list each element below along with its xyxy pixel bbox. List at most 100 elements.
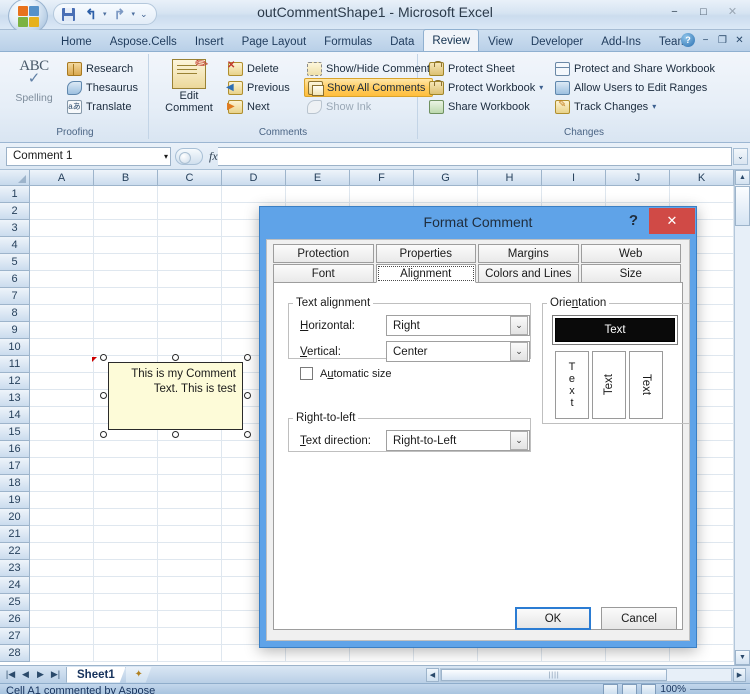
formula-input[interactable]: [217, 146, 732, 166]
cell-B23[interactable]: [94, 560, 158, 577]
cell-A28[interactable]: [30, 645, 94, 662]
automatic-size-checkbox[interactable]: [300, 367, 313, 380]
normal-view-icon[interactable]: [603, 684, 619, 694]
cell-C2[interactable]: [158, 203, 222, 220]
dialog-tab-protection[interactable]: Protection: [273, 244, 374, 263]
tab-data[interactable]: Data: [381, 31, 423, 51]
cell-A2[interactable]: [30, 203, 94, 220]
cell-G1[interactable]: [414, 186, 478, 203]
column-header-a[interactable]: A: [30, 170, 94, 186]
cell-A27[interactable]: [30, 628, 94, 645]
cell-A11[interactable]: [30, 356, 94, 373]
row-header-1[interactable]: 1: [0, 186, 30, 203]
research-button[interactable]: Research: [64, 59, 141, 78]
vertical-chevron-down-icon[interactable]: ⌄: [510, 342, 528, 361]
cell-A22[interactable]: [30, 543, 94, 560]
row-header-17[interactable]: 17: [0, 458, 30, 475]
tab-aspose-cells[interactable]: Aspose.Cells: [101, 31, 186, 51]
dialog-tab-web[interactable]: Web: [580, 244, 681, 263]
help-icon[interactable]: ?: [681, 33, 695, 47]
cell-B1[interactable]: [94, 186, 158, 203]
protect-sheet-button[interactable]: Protect Sheet: [426, 59, 546, 78]
cell-B21[interactable]: [94, 526, 158, 543]
cell-B16[interactable]: [94, 441, 158, 458]
cell-A26[interactable]: [30, 611, 94, 628]
row-header-7[interactable]: 7: [0, 288, 30, 305]
cell-A14[interactable]: [30, 407, 94, 424]
cell-A19[interactable]: [30, 492, 94, 509]
cell-A24[interactable]: [30, 577, 94, 594]
page-layout-view-icon[interactable]: [622, 684, 638, 694]
resize-handle-se[interactable]: [244, 431, 251, 438]
resize-handle-ne[interactable]: [244, 354, 251, 361]
row-header-2[interactable]: 2: [0, 203, 30, 220]
share-workbook-button[interactable]: Share Workbook: [426, 97, 546, 116]
scroll-down-icon[interactable]: ▼: [735, 650, 750, 665]
sheet-nav-first-icon[interactable]: |◀: [4, 669, 17, 680]
cell-E1[interactable]: [286, 186, 350, 203]
cell-C23[interactable]: [158, 560, 222, 577]
cell-C27[interactable]: [158, 628, 222, 645]
dialog-tab-alignment[interactable]: Alignment: [375, 264, 476, 283]
cell-A1[interactable]: [30, 186, 94, 203]
cell-B2[interactable]: [94, 203, 158, 220]
cell-K1[interactable]: [670, 186, 734, 203]
column-header-d[interactable]: D: [222, 170, 286, 186]
page-break-view-icon[interactable]: [641, 684, 657, 694]
resize-handle-sw[interactable]: [100, 431, 107, 438]
zoom-slider[interactable]: [690, 685, 746, 694]
delete-comment-button[interactable]: Delete: [225, 59, 293, 78]
dialog-tab-colors-and-lines[interactable]: Colors and Lines: [478, 264, 579, 283]
next-comment-button[interactable]: Next: [225, 97, 293, 116]
cell-D1[interactable]: [222, 186, 286, 203]
cell-A7[interactable]: [30, 288, 94, 305]
cell-A10[interactable]: [30, 339, 94, 356]
orientation-rotate-down-option[interactable]: Text: [629, 351, 663, 419]
resize-handle-nw[interactable]: [100, 354, 107, 361]
sheet-nav-prev-icon[interactable]: ◀: [19, 669, 32, 680]
insert-worksheet-icon[interactable]: ✦: [126, 667, 152, 683]
text-direction-chevron-down-icon[interactable]: ⌄: [510, 431, 528, 450]
cell-C17[interactable]: [158, 458, 222, 475]
cell-B6[interactable]: [94, 271, 158, 288]
column-header-k[interactable]: K: [670, 170, 734, 186]
expand-formula-bar-icon[interactable]: ⌄: [733, 148, 748, 165]
cell-A18[interactable]: [30, 475, 94, 492]
name-box-caret-icon[interactable]: ▾: [164, 152, 168, 161]
orientation-stacked-option[interactable]: Text: [555, 351, 589, 419]
cell-C6[interactable]: [158, 271, 222, 288]
row-header-10[interactable]: 10: [0, 339, 30, 356]
scroll-up-icon[interactable]: ▲: [735, 170, 750, 185]
cell-C26[interactable]: [158, 611, 222, 628]
formula-cancel-enter-group[interactable]: [175, 147, 203, 165]
restore-window-icon[interactable]: ❐: [716, 35, 729, 46]
cell-F1[interactable]: [350, 186, 414, 203]
cell-A17[interactable]: [30, 458, 94, 475]
cell-C22[interactable]: [158, 543, 222, 560]
cell-B19[interactable]: [94, 492, 158, 509]
cell-A4[interactable]: [30, 237, 94, 254]
column-header-j[interactable]: J: [606, 170, 670, 186]
row-header-8[interactable]: 8: [0, 305, 30, 322]
track-changes-button[interactable]: Track Changes ▾: [552, 97, 718, 116]
cell-A20[interactable]: [30, 509, 94, 526]
dialog-tab-size[interactable]: Size: [580, 264, 681, 283]
cell-B22[interactable]: [94, 543, 158, 560]
cell-A9[interactable]: [30, 322, 94, 339]
resize-handle-n[interactable]: [172, 354, 179, 361]
cell-A25[interactable]: [30, 594, 94, 611]
cell-C1[interactable]: [158, 186, 222, 203]
protect-workbook-caret-icon[interactable]: ▾: [539, 83, 543, 92]
row-header-13[interactable]: 13: [0, 390, 30, 407]
cell-C19[interactable]: [158, 492, 222, 509]
hscroll-thumb[interactable]: ||||: [441, 669, 668, 681]
row-header-12[interactable]: 12: [0, 373, 30, 390]
cell-B4[interactable]: [94, 237, 158, 254]
cell-C4[interactable]: [158, 237, 222, 254]
tab-review[interactable]: Review: [423, 29, 480, 51]
row-header-27[interactable]: 27: [0, 628, 30, 645]
show-hide-comment-button[interactable]: Show/Hide Comment: [304, 59, 433, 78]
row-header-20[interactable]: 20: [0, 509, 30, 526]
automatic-size-row[interactable]: Automatic size: [300, 367, 392, 380]
ok-button[interactable]: OK: [515, 607, 591, 630]
